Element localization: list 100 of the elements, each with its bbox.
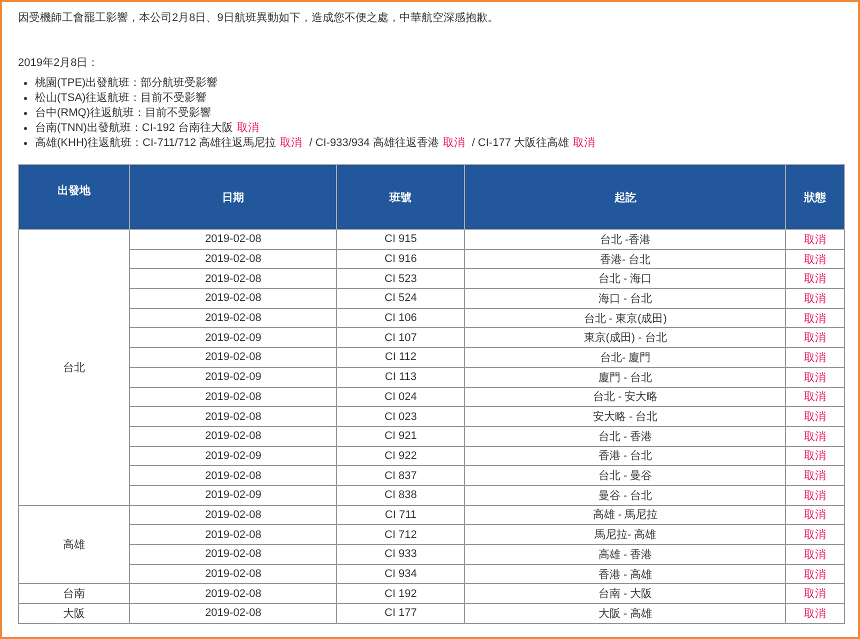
bullet-text: 台南(TNN)出發航班：CI-192 台南往大阪 xyxy=(35,121,234,136)
status-cell: 取消 xyxy=(786,466,844,486)
route-cell: 海口 - 台北 xyxy=(464,288,786,308)
flight-cell: CI 023 xyxy=(336,406,465,426)
flight-cell: CI 524 xyxy=(336,288,465,308)
bullet-icon xyxy=(24,112,27,115)
flight-cell: CI 523 xyxy=(336,268,465,289)
bullet-text: 高雄(KHH)往返航班：CI-711/712 高雄往返馬尼拉 xyxy=(35,136,276,151)
date-cell: 2019-02-08 xyxy=(130,348,337,368)
flight-cell: CI 106 xyxy=(336,308,465,328)
status-cell: 取消 xyxy=(786,485,844,506)
route-cell: 台北 - 安大略 xyxy=(464,387,786,407)
status-cell: 取消 xyxy=(786,505,844,525)
route-cell: 台北 - 香港 xyxy=(464,426,786,446)
flight-cell: CI 916 xyxy=(336,249,465,269)
status-cell: 取消 xyxy=(786,426,844,446)
date-cell: 2019-02-08 xyxy=(130,524,337,544)
origin-cell: 高雄 xyxy=(18,505,130,584)
date-cell: 2019-02-08 xyxy=(130,249,337,269)
date-cell: 2019-02-08 xyxy=(130,387,337,407)
notice-text: 因受機師工會罷工影響，本公司2月8日、9日航班異動如下，造成您不便之處，中華航空深感抱歉。 xyxy=(18,10,500,26)
flight-cell: CI 712 xyxy=(336,524,465,544)
route-cell: 台北 -香港 xyxy=(464,230,786,250)
column-header: 起訖 xyxy=(464,164,786,230)
route-cell: 安大略 - 台北 xyxy=(464,406,786,426)
route-cell: 香港 - 台北 xyxy=(464,446,786,466)
column-header: 班號 xyxy=(336,164,465,230)
status-cell: 取消 xyxy=(786,288,844,308)
cancel-status: 取消 xyxy=(237,121,260,136)
route-cell: 大阪 - 高雄 xyxy=(464,604,786,624)
route-cell: 台北- 廈門 xyxy=(464,348,786,368)
date-cell: 2019-02-08 xyxy=(130,466,337,486)
status-cell: 取消 xyxy=(786,308,844,328)
date-cell: 2019-02-08 xyxy=(130,230,337,250)
cancel-status: 取消 xyxy=(280,136,302,151)
bullet-icon xyxy=(24,97,27,100)
status-cell: 取消 xyxy=(786,348,844,368)
route-cell: 香港 - 高雄 xyxy=(464,564,786,584)
bullet-icon xyxy=(24,142,27,145)
date-cell: 2019-02-08 xyxy=(130,288,337,308)
route-cell: 高雄 - 香港 xyxy=(464,544,786,564)
flight-cell: CI 112 xyxy=(336,348,465,368)
flight-cell: CI 192 xyxy=(336,584,465,604)
bullet-icon xyxy=(24,82,27,85)
flight-cell: CI 934 xyxy=(336,564,465,584)
date-cell: 2019-02-09 xyxy=(130,485,337,506)
status-cell: 取消 xyxy=(786,268,844,289)
bullet-text: 台中(RMQ)往返航班：目前不受影響 xyxy=(35,106,211,121)
flight-cell: CI 837 xyxy=(336,466,465,486)
flight-cell: CI 113 xyxy=(336,367,465,387)
status-cell: 取消 xyxy=(786,249,844,269)
status-cell: 取消 xyxy=(786,328,844,348)
flight-cell: CI 915 xyxy=(336,230,465,250)
flight-cell: CI 107 xyxy=(336,328,465,348)
status-cell: 取消 xyxy=(786,387,844,407)
date-cell: 2019-02-08 xyxy=(130,268,337,289)
route-cell: 馬尼拉- 高雄 xyxy=(464,524,786,544)
bullet-text: / CI-177 大阪往高雄 xyxy=(472,136,569,151)
route-cell: 高雄 - 馬尼拉 xyxy=(464,505,786,525)
status-cell: 取消 xyxy=(786,367,844,387)
flight-cell: CI 921 xyxy=(336,426,465,446)
flight-cell: CI 024 xyxy=(336,387,465,407)
date-cell: 2019-02-08 xyxy=(130,406,337,426)
route-cell: 台北 - 海口 xyxy=(464,268,786,289)
bullet-text: 松山(TSA)往返航班：目前不受影響 xyxy=(35,91,207,106)
status-cell: 取消 xyxy=(786,544,844,564)
status-cell: 取消 xyxy=(786,524,844,544)
status-cell: 取消 xyxy=(786,564,844,584)
flight-cell: CI 711 xyxy=(336,505,465,525)
column-header: 狀態 xyxy=(786,164,844,230)
date-cell: 2019-02-09 xyxy=(130,328,337,348)
date-cell: 2019-02-08 xyxy=(130,584,337,604)
date-cell: 2019-02-09 xyxy=(130,446,337,466)
bullet-icon xyxy=(24,127,27,130)
bullet-text: 桃園(TPE)出發航班：部分航班受影響 xyxy=(35,76,218,91)
origin-cell: 台南 xyxy=(18,584,130,604)
status-cell: 取消 xyxy=(786,406,844,426)
date-cell: 2019-02-08 xyxy=(130,505,337,525)
status-cell: 取消 xyxy=(786,584,844,604)
bullet-text: / CI-933/934 高雄往返香港 xyxy=(309,136,439,151)
origin-cell: 台北 xyxy=(18,230,130,506)
flight-cell: CI 177 xyxy=(336,604,465,624)
date-cell: 2019-02-08 xyxy=(130,604,337,624)
status-cell: 取消 xyxy=(786,230,844,250)
cancel-status: 取消 xyxy=(442,136,465,151)
status-cell: 取消 xyxy=(786,446,844,466)
origin-cell: 大阪 xyxy=(18,604,130,624)
route-cell: 廈門 - 台北 xyxy=(464,367,786,387)
date-cell: 2019-02-08 xyxy=(130,308,337,328)
date-cell: 2019-02-08 xyxy=(130,544,337,564)
date-cell: 2019-02-09 xyxy=(130,367,337,387)
date-cell: 2019-02-08 xyxy=(130,564,337,584)
cancel-status: 取消 xyxy=(573,136,595,151)
route-cell: 台南 - 大阪 xyxy=(464,584,786,604)
column-header: 出發地 xyxy=(18,164,130,230)
column-header: 日期 xyxy=(130,164,337,230)
flight-cell: CI 922 xyxy=(336,446,465,466)
date-cell: 2019-02-08 xyxy=(130,426,337,446)
route-cell: 台北 - 東京(成田) xyxy=(464,308,786,328)
route-cell: 東京(成田) - 台北 xyxy=(464,328,786,348)
